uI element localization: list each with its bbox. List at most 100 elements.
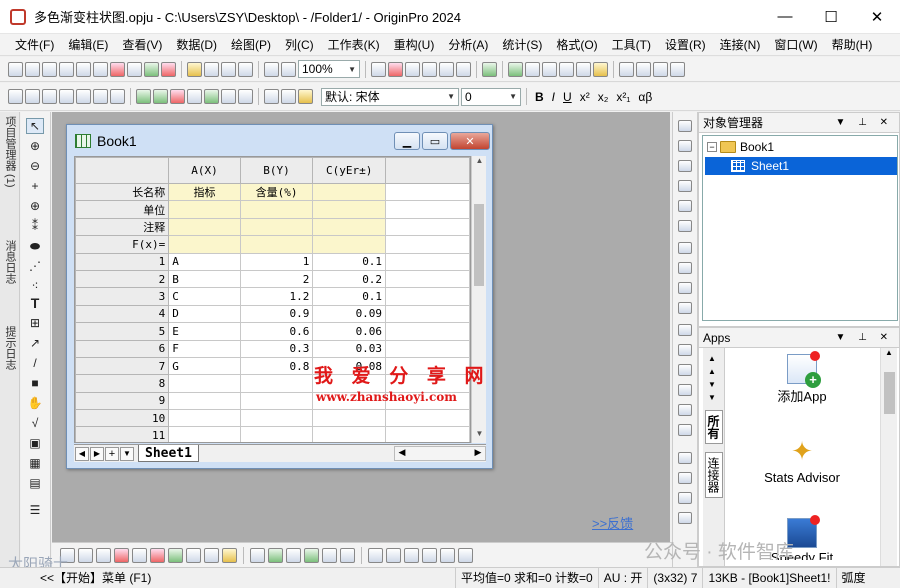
layout-tool-icon[interactable] bbox=[678, 364, 692, 376]
3d-plot-icon[interactable] bbox=[250, 547, 265, 563]
new-project-icon[interactable] bbox=[8, 61, 23, 77]
row-label-unit[interactable]: 单位 bbox=[75, 200, 170, 219]
layout-tool-icon[interactable] bbox=[678, 160, 692, 172]
import-icon[interactable] bbox=[264, 61, 279, 77]
cell-b[interactable] bbox=[239, 426, 314, 442]
minimize-button[interactable]: — bbox=[762, 0, 808, 34]
surface-plot-icon[interactable] bbox=[268, 547, 283, 563]
align-icon[interactable] bbox=[238, 89, 253, 104]
print-icon[interactable] bbox=[371, 61, 386, 77]
box-plot-icon[interactable] bbox=[150, 547, 165, 563]
cell-b[interactable] bbox=[239, 374, 314, 393]
workbook-window[interactable]: Book1 ▁ ▭ ✕ A(X) B(Y) C(yEr±) 长名称 指标 含量(… bbox=[66, 124, 493, 469]
layout-tool-icon[interactable] bbox=[678, 180, 692, 192]
layout-tool-icon[interactable] bbox=[678, 384, 692, 396]
superscript-button[interactable]: x² bbox=[577, 90, 593, 104]
tree-node-book1[interactable]: − Book1 bbox=[707, 138, 774, 156]
add-layer-icon[interactable] bbox=[136, 89, 151, 104]
tab-connectors[interactable]: 连接器 bbox=[705, 452, 723, 498]
feedback-link[interactable]: >>反馈 bbox=[592, 513, 633, 532]
underline-button[interactable]: U bbox=[560, 90, 575, 104]
layout-tool-icon[interactable] bbox=[678, 262, 692, 274]
object-manager-icon[interactable] bbox=[525, 61, 540, 77]
workbook-restore-button[interactable]: ▭ bbox=[422, 132, 448, 150]
layers-icon[interactable]: ▤ bbox=[26, 475, 44, 491]
layout-tool-icon[interactable] bbox=[678, 140, 692, 152]
apps-gallery-icon[interactable] bbox=[593, 61, 608, 77]
sum-icon[interactable] bbox=[619, 61, 634, 77]
menu-tools[interactable]: 工具(T) bbox=[605, 36, 658, 53]
new-function-icon[interactable] bbox=[93, 61, 108, 77]
column-header-a[interactable]: A(X) bbox=[168, 157, 241, 184]
text-tool-icon[interactable]: T bbox=[26, 295, 44, 311]
cell-b[interactable]: 0.3 bbox=[239, 339, 314, 358]
undo-icon[interactable] bbox=[110, 89, 125, 104]
font-size-select[interactable]: 0 ▼ bbox=[461, 87, 521, 106]
cell-a[interactable]: E bbox=[168, 322, 241, 341]
cell-b[interactable]: 1 bbox=[239, 252, 314, 271]
add-row-icon[interactable] bbox=[76, 89, 91, 104]
row-number[interactable]: 3 bbox=[75, 287, 170, 306]
menu-column[interactable]: 列(C) bbox=[278, 36, 321, 53]
zoom-out-icon[interactable]: ⊖ bbox=[26, 158, 44, 174]
layout-tool-icon[interactable] bbox=[678, 200, 692, 212]
row-label-long-name[interactable]: 长名称 bbox=[75, 182, 170, 202]
refresh-icon[interactable] bbox=[281, 61, 296, 77]
new-workbook-icon[interactable] bbox=[42, 61, 57, 77]
cell-c[interactable]: 0.06 bbox=[312, 322, 387, 341]
scatter-plot-icon[interactable] bbox=[78, 547, 93, 563]
cell-b[interactable]: 0.6 bbox=[239, 322, 314, 341]
menu-window[interactable]: 窗口(W) bbox=[767, 36, 824, 53]
row-number[interactable]: 4 bbox=[75, 304, 170, 324]
cell-a[interactable]: A bbox=[168, 252, 241, 271]
cell-c[interactable] bbox=[312, 409, 387, 428]
cell-a[interactable] bbox=[168, 409, 241, 428]
menu-connect[interactable]: 连接(N) bbox=[713, 36, 768, 53]
column-plot-icon[interactable] bbox=[114, 547, 129, 563]
send-back-icon[interactable] bbox=[386, 547, 401, 563]
cell-c[interactable]: 0.1 bbox=[312, 287, 387, 306]
scrollbar-thumb[interactable] bbox=[884, 372, 895, 414]
chart-tool-icon[interactable]: ▦ bbox=[26, 455, 44, 471]
cell-c[interactable]: 0.03 bbox=[312, 339, 387, 358]
column-header-b[interactable]: B(Y) bbox=[239, 157, 314, 184]
sheet-list-icon[interactable]: ▼ bbox=[120, 446, 134, 461]
code-builder-icon[interactable] bbox=[508, 61, 523, 77]
long-name-c[interactable] bbox=[312, 182, 387, 202]
more-tools-icon[interactable]: ☰ bbox=[26, 502, 44, 518]
tree-node-sheet1[interactable]: Sheet1 bbox=[705, 157, 897, 175]
tab-project-explorer[interactable]: 项目管理器 (1) bbox=[2, 116, 18, 188]
merge-icon[interactable] bbox=[153, 89, 168, 104]
formula-c[interactable] bbox=[312, 235, 387, 254]
layout-tool-icon[interactable] bbox=[678, 242, 692, 254]
tab-all-apps[interactable]: 所有 bbox=[705, 410, 723, 444]
forward-icon[interactable] bbox=[25, 89, 40, 104]
unit-c[interactable] bbox=[312, 200, 387, 219]
formula-a[interactable] bbox=[168, 235, 241, 254]
new-graph-icon[interactable] bbox=[59, 61, 74, 77]
corner-cell[interactable] bbox=[75, 157, 170, 184]
new-folder-icon[interactable] bbox=[25, 61, 40, 77]
cell-b[interactable]: 0.8 bbox=[239, 356, 314, 376]
set-values-icon[interactable] bbox=[653, 61, 668, 77]
data-reader-icon[interactable]: ⊕ bbox=[26, 198, 44, 214]
layout-tool-icon[interactable] bbox=[678, 472, 692, 484]
apps-scrollbar[interactable]: ▲ bbox=[880, 348, 897, 566]
pointer-icon[interactable] bbox=[42, 89, 57, 104]
cell-c[interactable]: 0.2 bbox=[312, 269, 387, 289]
cell-b[interactable]: 0.9 bbox=[239, 304, 314, 324]
menu-reconstruct[interactable]: 重构(U) bbox=[387, 36, 442, 53]
formula-b[interactable] bbox=[239, 235, 314, 254]
cell-b[interactable]: 1.2 bbox=[239, 287, 314, 306]
collapse-icon[interactable]: − bbox=[707, 142, 717, 152]
rectangle-tool-icon[interactable]: ■ bbox=[26, 375, 44, 391]
tab-hint-log[interactable]: 提示日志 bbox=[2, 326, 18, 370]
menu-view[interactable]: 查看(V) bbox=[115, 36, 169, 53]
screen-reader-icon[interactable]: + bbox=[26, 178, 44, 194]
export-icon[interactable] bbox=[388, 61, 403, 77]
ungroup-icon[interactable] bbox=[422, 547, 437, 563]
menu-file[interactable]: 文件(F) bbox=[8, 36, 61, 53]
unit-b[interactable] bbox=[239, 200, 314, 219]
zoom-in-icon[interactable]: ⊕ bbox=[26, 138, 44, 154]
row-number[interactable]: 7 bbox=[75, 356, 170, 376]
